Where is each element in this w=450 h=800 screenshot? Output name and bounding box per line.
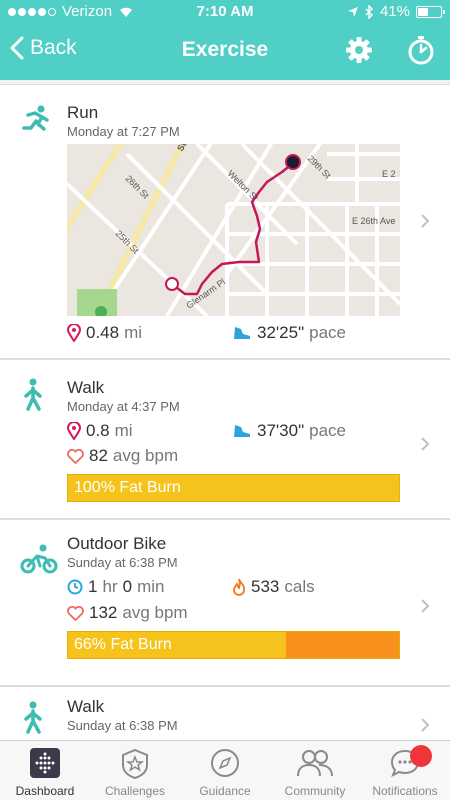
activity-card-walk[interactable]: Walk Sunday at 6:38 PM [0,686,450,740]
battery-percent: 41% [379,3,410,20]
stopwatch-icon[interactable] [408,35,434,65]
activity-card-run[interactable]: Run Monday at 7:27 PM 26th St 25th St We… [0,84,450,359]
tab-challenges[interactable]: Challenges [90,741,180,800]
activity-time: Monday at 4:37 PM [67,399,180,414]
status-bar: Verizon 7:10 AM 41% [0,0,450,22]
heart-zone-bar: 66% Fat Burn [67,631,400,659]
activity-name: Walk [67,697,105,716]
tab-guidance[interactable]: Guidance [180,741,270,800]
tab-community[interactable]: Community [270,741,360,800]
exercise-list: Run Monday at 7:27 PM 26th St 25th St We… [0,84,450,740]
gear-icon[interactable] [345,36,373,64]
walk-icon [24,378,42,411]
heart-icon [67,605,84,621]
chevron-right-icon [421,718,430,732]
shoe-icon [234,327,250,339]
back-label: Back [30,36,77,59]
header: Verizon 7:10 AM 41% Back Exercise [0,0,450,80]
activity-name: Run [67,103,99,122]
location-arrow-icon [347,6,358,17]
shoe-icon [234,425,250,437]
heart-zone-label: 100% Fat Burn [74,479,181,496]
calories-stat: 533 cals [232,577,315,597]
tab-label: Dashboard [15,784,75,798]
activity-name: Walk [67,378,105,397]
heart-icon [67,448,84,464]
activity-time: Sunday at 6:38 PM [67,718,178,733]
bike-icon [20,544,58,574]
map-label: E 26th Ave [352,216,395,226]
bluetooth-icon [365,4,373,19]
chevron-right-icon [421,437,430,451]
people-icon [297,750,333,777]
heart-zone-bar: 100% Fat Burn [67,474,400,502]
back-button[interactable]: Back [10,36,77,60]
heart-zone-label: 66% Fat Burn [74,636,172,653]
tab-label: Challenges [104,784,166,798]
notification-badge [410,745,432,767]
route-map[interactable]: Stout 26th St 25th St Welton St 29th St … [67,144,400,316]
activity-name: Outdoor Bike [67,534,167,553]
heart-rate-stat: 132 avg bpm [67,603,188,623]
tab-label: Community [284,784,346,798]
tab-label: Notifications [372,784,438,798]
walk-icon [24,701,42,734]
distance-stat: 0.8 mi [67,421,133,441]
map-label: E 2 [382,169,396,179]
chevron-left-icon [10,36,24,60]
dashboard-icon [30,748,60,778]
pace-stat: 37'30" pace [232,421,346,441]
activity-time: Monday at 7:27 PM [67,124,180,139]
chevron-right-icon [421,214,430,228]
tab-notifications[interactable]: Notifications [360,741,450,800]
tab-label: Guidance [199,784,251,798]
tab-dashboard[interactable]: Dashboard [0,741,90,800]
tab-bar: Dashboard Challenges Guidance Community … [0,740,450,800]
chevron-right-icon [421,599,430,613]
star-shield-icon [122,748,148,780]
battery-icon [416,5,445,18]
compass-icon [211,749,239,777]
distance-stat: 0.48 mi [67,323,142,343]
run-icon [22,105,49,131]
location-pin-icon [67,324,81,342]
duration-stat: 1 hr 0 min [67,577,164,597]
clock-icon [67,579,83,595]
heart-rate-stat: 82 avg bpm [67,446,178,466]
location-pin-icon [67,422,81,440]
flame-icon [233,578,246,596]
activity-card-walk[interactable]: Walk Monday at 4:37 PM 0.8 mi 37'30" pac… [0,359,450,519]
activity-time: Sunday at 6:38 PM [67,555,178,570]
cardio-zone-fill [286,632,399,658]
activity-card-bike[interactable]: Outdoor Bike Sunday at 6:38 PM 1 hr 0 mi… [0,519,450,686]
pace-stat: 32'25" pace [232,323,346,343]
